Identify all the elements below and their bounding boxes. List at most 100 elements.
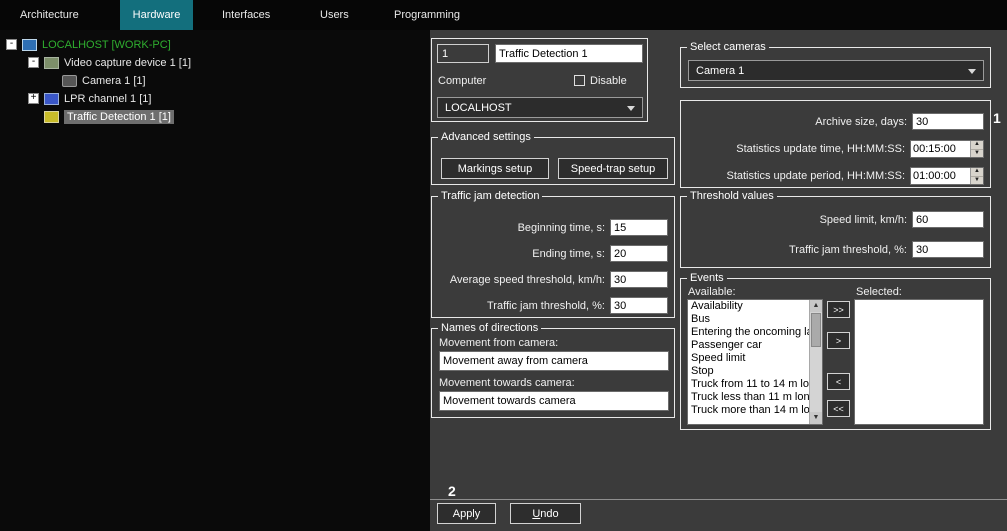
- group-title: Select cameras: [687, 41, 769, 53]
- tab-interfaces[interactable]: Interfaces: [222, 0, 270, 30]
- undo-button[interactable]: Undo: [510, 503, 581, 524]
- events-group: Events Available: Selected: Availability…: [680, 278, 991, 430]
- tree-item-localhost[interactable]: - LOCALHOST [WORK-PC]: [0, 36, 171, 53]
- ending-time-field[interactable]: [610, 245, 668, 262]
- group-title: Names of directions: [438, 322, 541, 334]
- button-label: <<: [833, 404, 844, 414]
- traffic-jam-threshold-label: Traffic jam threshold, %:: [487, 300, 605, 312]
- statistics-update-time-field[interactable]: [911, 141, 970, 157]
- group-title: Traffic jam detection: [438, 190, 542, 202]
- detector-name-field[interactable]: [495, 44, 643, 63]
- average-speed-threshold-label: Average speed threshold, km/h:: [450, 274, 605, 286]
- names-of-directions-group: Names of directions Movement from camera…: [431, 328, 675, 418]
- camera-select-value: Camera 1: [696, 65, 744, 77]
- identity-panel: Computer Disable LOCALHOST: [431, 38, 648, 122]
- spin-down-icon[interactable]: ▼: [971, 177, 983, 185]
- statistics-update-period-field[interactable]: [911, 168, 970, 184]
- list-item[interactable]: Stop: [688, 365, 809, 378]
- list-item[interactable]: Speed limit: [688, 352, 809, 365]
- movement-towards-camera-label: Movement towards camera:: [439, 377, 575, 389]
- tree-item-label: Video capture device 1 [1]: [64, 57, 191, 69]
- capture-device-icon: [44, 57, 59, 69]
- scroll-thumb[interactable]: [811, 313, 821, 347]
- computer-select[interactable]: LOCALHOST: [437, 97, 643, 118]
- tree-item-traffic-detection[interactable]: Traffic Detection 1 [1]: [0, 108, 174, 125]
- markings-setup-button[interactable]: Markings setup: [441, 158, 549, 179]
- move-left-button[interactable]: <: [827, 373, 850, 390]
- button-label: >: [836, 336, 841, 346]
- camera-icon: [62, 75, 77, 87]
- tree-item-label: LOCALHOST [WORK-PC]: [42, 39, 171, 51]
- move-all-left-button[interactable]: <<: [827, 400, 850, 417]
- traffic-jam-detection-group: Traffic jam detection Beginning time, s:…: [431, 196, 675, 318]
- selected-events-list[interactable]: [854, 299, 984, 425]
- speed-limit-field[interactable]: [912, 211, 984, 228]
- spin-down-icon[interactable]: ▼: [971, 150, 983, 158]
- ending-time-label: Ending time, s:: [532, 248, 605, 260]
- move-all-right-button[interactable]: >>: [827, 301, 850, 318]
- collapse-icon[interactable]: -: [6, 39, 17, 50]
- list-item[interactable]: Truck more than 14 m long: [688, 404, 809, 417]
- advanced-settings-group: Advanced settings Markings setup Speed-t…: [431, 137, 675, 185]
- traffic-jam-threshold-percent-field[interactable]: [912, 241, 984, 258]
- scroll-down-icon[interactable]: ▼: [810, 412, 822, 424]
- list-item[interactable]: Availability: [688, 300, 809, 313]
- traffic-detection-icon: [44, 111, 59, 123]
- beginning-time-field[interactable]: [610, 219, 668, 236]
- computer-select-value: LOCALHOST: [445, 102, 512, 114]
- button-label: >>: [833, 305, 844, 315]
- selected-label: Selected:: [856, 286, 902, 298]
- disable-checkbox[interactable]: [574, 75, 585, 86]
- speed-trap-setup-button[interactable]: Speed-trap setup: [558, 158, 668, 179]
- archive-settings-group: Archive size, days: Statistics update ti…: [680, 100, 991, 188]
- spin-up-icon[interactable]: ▲: [971, 168, 983, 177]
- tab-hardware[interactable]: Hardware: [120, 0, 193, 30]
- traffic-jam-threshold-field[interactable]: [610, 297, 668, 314]
- movement-from-camera-label: Movement from camera:: [439, 337, 558, 349]
- button-label: <: [836, 377, 841, 387]
- tree-item-video-capture-device[interactable]: - Video capture device 1 [1]: [0, 54, 191, 71]
- group-title: Advanced settings: [438, 131, 534, 143]
- chevron-down-icon: [968, 69, 976, 74]
- list-item[interactable]: Truck less than 11 m long: [688, 391, 809, 404]
- tab-architecture[interactable]: Architecture: [20, 0, 79, 30]
- list-item[interactable]: Entering the oncoming lane: [688, 326, 809, 339]
- statistics-update-period-spinner: ▲ ▼: [910, 167, 984, 185]
- tree-item-lpr-channel[interactable]: + LPR channel 1 [1]: [0, 90, 151, 107]
- device-tree: - LOCALHOST [WORK-PC] - Video capture de…: [0, 30, 430, 531]
- spin-up-icon[interactable]: ▲: [971, 141, 983, 150]
- tab-programming[interactable]: Programming: [394, 0, 460, 30]
- list-item[interactable]: Bus: [688, 313, 809, 326]
- top-tab-bar: Architecture Hardware Interfaces Users P…: [0, 0, 1007, 30]
- tree-item-camera-1[interactable]: Camera 1 [1]: [0, 72, 146, 89]
- select-cameras-group: Select cameras Camera 1: [680, 47, 991, 88]
- movement-towards-camera-field[interactable]: [439, 391, 669, 411]
- button-label: Undo: [532, 508, 558, 520]
- average-speed-threshold-field[interactable]: [610, 271, 668, 288]
- archive-size-field[interactable]: [912, 113, 984, 130]
- apply-button[interactable]: Apply: [437, 503, 496, 524]
- speed-limit-label: Speed limit, km/h:: [820, 214, 907, 226]
- available-label: Available:: [688, 286, 736, 298]
- collapse-icon[interactable]: -: [28, 57, 39, 68]
- annotation-2: 2: [448, 483, 456, 499]
- vertical-scrollbar[interactable]: ▲ ▼: [809, 300, 822, 424]
- group-title: Events: [687, 272, 727, 284]
- button-label: Speed-trap setup: [571, 163, 655, 175]
- chevron-down-icon: [627, 106, 635, 111]
- annotation-1: 1: [993, 110, 1001, 126]
- available-events-list[interactable]: Availability Bus Entering the oncoming l…: [687, 299, 823, 425]
- movement-from-camera-field[interactable]: [439, 351, 669, 371]
- expand-icon[interactable]: +: [28, 93, 39, 104]
- list-item[interactable]: Truck from 11 to 14 m long: [688, 378, 809, 391]
- detector-id-field[interactable]: [437, 44, 489, 63]
- move-right-button[interactable]: >: [827, 332, 850, 349]
- scroll-up-icon[interactable]: ▲: [810, 300, 822, 312]
- camera-select[interactable]: Camera 1: [688, 60, 984, 81]
- tree-item-label: Traffic Detection 1 [1]: [64, 110, 174, 124]
- statistics-update-period-label: Statistics update period, HH:MM:SS:: [726, 170, 905, 182]
- list-item[interactable]: Passenger car: [688, 339, 809, 352]
- tab-users[interactable]: Users: [320, 0, 349, 30]
- beginning-time-label: Beginning time, s:: [518, 222, 605, 234]
- archive-size-label: Archive size, days:: [815, 116, 907, 128]
